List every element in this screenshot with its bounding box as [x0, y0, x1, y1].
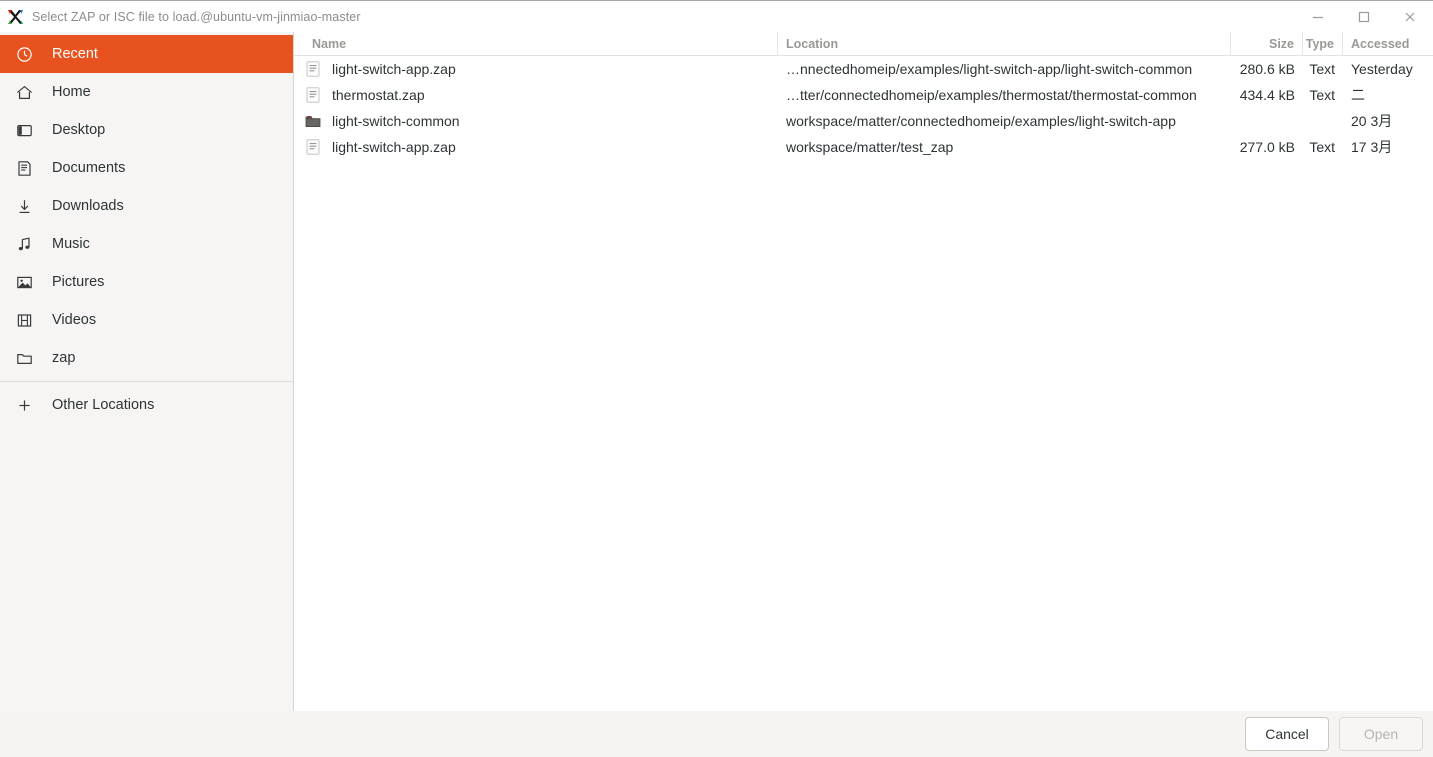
- file-name-label: light-switch-common: [332, 113, 460, 129]
- file-location-cell: workspace/matter/connectedhomeip/example…: [778, 108, 1231, 134]
- table-row[interactable]: light-switch-app.zap workspace/matter/te…: [294, 134, 1433, 160]
- file-name-label: light-switch-app.zap: [332, 61, 456, 77]
- file-name-cell: light-switch-app.zap: [294, 134, 778, 160]
- sidebar-item-label: Desktop: [52, 122, 106, 138]
- sidebar-item-label: Pictures: [52, 274, 105, 290]
- column-header-name[interactable]: Name: [294, 31, 778, 56]
- sidebar-item-pictures[interactable]: Pictures: [0, 263, 293, 301]
- window-controls: [1295, 1, 1433, 32]
- column-header-location[interactable]: Location: [778, 31, 1231, 56]
- sidebar-item-music[interactable]: Music: [0, 225, 293, 263]
- file-location-label: workspace/matter/test_zap: [786, 139, 954, 155]
- file-name-cell: thermostat.zap: [294, 82, 778, 108]
- file-type-cell: Text: [1309, 61, 1335, 77]
- file-accessed-cell: 17 3月: [1351, 139, 1393, 155]
- text-file-icon: [304, 86, 322, 104]
- table-row[interactable]: thermostat.zap …tter/connectedhomeip/exa…: [294, 82, 1433, 108]
- sidebar-item-label: Music: [52, 236, 90, 252]
- file-accessed-cell: 二: [1351, 87, 1365, 103]
- places-sidebar: Recent Home Desktop Documents Downloads …: [0, 32, 294, 711]
- picture-icon: [16, 272, 38, 292]
- sidebar-item-label: Other Locations: [52, 397, 155, 413]
- sidebar-item-label: Home: [52, 84, 91, 100]
- sidebar-item-label: Documents: [52, 160, 126, 176]
- file-name-label: light-switch-app.zap: [332, 139, 456, 155]
- dialog-action-bar: Cancel Open: [0, 711, 1433, 757]
- sidebar-item-downloads[interactable]: Downloads: [0, 187, 293, 225]
- file-type-cell: Text: [1309, 87, 1335, 103]
- sidebar-item-other-locations[interactable]: Other Locations: [0, 386, 293, 424]
- file-name-cell: light-switch-app.zap: [294, 56, 778, 82]
- file-name-cell: light-switch-common: [294, 108, 778, 134]
- sidebar-item-home[interactable]: Home: [0, 73, 293, 111]
- sidebar-divider: [0, 381, 293, 382]
- column-header-type[interactable]: Type: [1303, 31, 1343, 56]
- file-location-label: …nnectedhomeip/examples/light-switch-app…: [786, 61, 1193, 77]
- clock-icon: [16, 44, 38, 64]
- sidebar-item-desktop[interactable]: Desktop: [0, 111, 293, 149]
- download-icon: [16, 196, 38, 216]
- sidebar-item-videos[interactable]: Videos: [0, 301, 293, 339]
- file-list-rows: light-switch-app.zap …nnectedhomeip/exam…: [294, 56, 1433, 711]
- table-row[interactable]: light-switch-app.zap …nnectedhomeip/exam…: [294, 56, 1433, 82]
- file-chooser-dialog: Select ZAP or ISC file to load.@ubuntu-v…: [0, 0, 1433, 757]
- plus-icon: [16, 395, 38, 415]
- file-type-cell: [1303, 108, 1343, 134]
- column-header-size[interactable]: Size: [1231, 31, 1303, 56]
- home-icon: [16, 82, 38, 102]
- file-location-cell: …nnectedhomeip/examples/light-switch-app…: [778, 56, 1231, 82]
- column-header-accessed[interactable]: Accessed: [1343, 32, 1433, 56]
- video-icon: [16, 310, 38, 330]
- sidebar-item-label: Videos: [52, 312, 97, 328]
- file-location-cell: workspace/matter/test_zap: [778, 134, 1231, 160]
- sidebar-item-label: Recent: [52, 46, 98, 62]
- text-file-icon: [304, 60, 322, 78]
- text-file-icon: [304, 138, 322, 156]
- desktop-icon: [16, 120, 38, 140]
- cancel-button[interactable]: Cancel: [1245, 717, 1329, 751]
- dialog-body: Recent Home Desktop Documents Downloads …: [0, 31, 1433, 711]
- sidebar-item-label: zap: [52, 350, 76, 366]
- music-icon: [16, 234, 38, 254]
- sidebar-item-documents[interactable]: Documents: [0, 149, 293, 187]
- sidebar-item-zap[interactable]: zap: [0, 339, 293, 377]
- file-accessed-cell: 20 3月: [1351, 113, 1393, 129]
- sidebar-filler: [0, 424, 293, 711]
- file-list-header: Name Location Size Type Accessed: [294, 31, 1433, 56]
- file-location-label: …tter/connectedhomeip/examples/thermosta…: [786, 87, 1197, 103]
- sidebar-item-recent[interactable]: Recent: [0, 35, 293, 73]
- folder-file-icon: [304, 112, 322, 130]
- file-size-cell: [1231, 108, 1303, 134]
- maximize-icon[interactable]: [1341, 1, 1387, 32]
- file-size-cell: 277.0 kB: [1239, 139, 1295, 155]
- file-size-cell: 280.6 kB: [1239, 61, 1295, 77]
- document-icon: [16, 158, 38, 178]
- file-location-label: workspace/matter/connectedhomeip/example…: [786, 113, 1176, 129]
- minimize-icon[interactable]: [1295, 1, 1341, 32]
- file-type-cell: Text: [1309, 139, 1335, 155]
- x-logo-icon: [6, 8, 24, 26]
- file-accessed-cell: Yesterday: [1351, 61, 1413, 77]
- file-list-pane: Name Location Size Type Accessed light-s…: [294, 31, 1433, 711]
- folder-icon: [16, 348, 38, 368]
- file-size-cell: 434.4 kB: [1239, 87, 1295, 103]
- sidebar-item-label: Downloads: [52, 198, 124, 214]
- table-row[interactable]: light-switch-common workspace/matter/con…: [294, 108, 1433, 134]
- close-icon[interactable]: [1387, 1, 1433, 32]
- window-title: Select ZAP or ISC file to load.@ubuntu-v…: [32, 9, 361, 24]
- open-button[interactable]: Open: [1339, 717, 1423, 751]
- file-location-cell: …tter/connectedhomeip/examples/thermosta…: [778, 82, 1231, 108]
- file-name-label: thermostat.zap: [332, 87, 425, 103]
- titlebar: Select ZAP or ISC file to load.@ubuntu-v…: [0, 1, 1433, 32]
